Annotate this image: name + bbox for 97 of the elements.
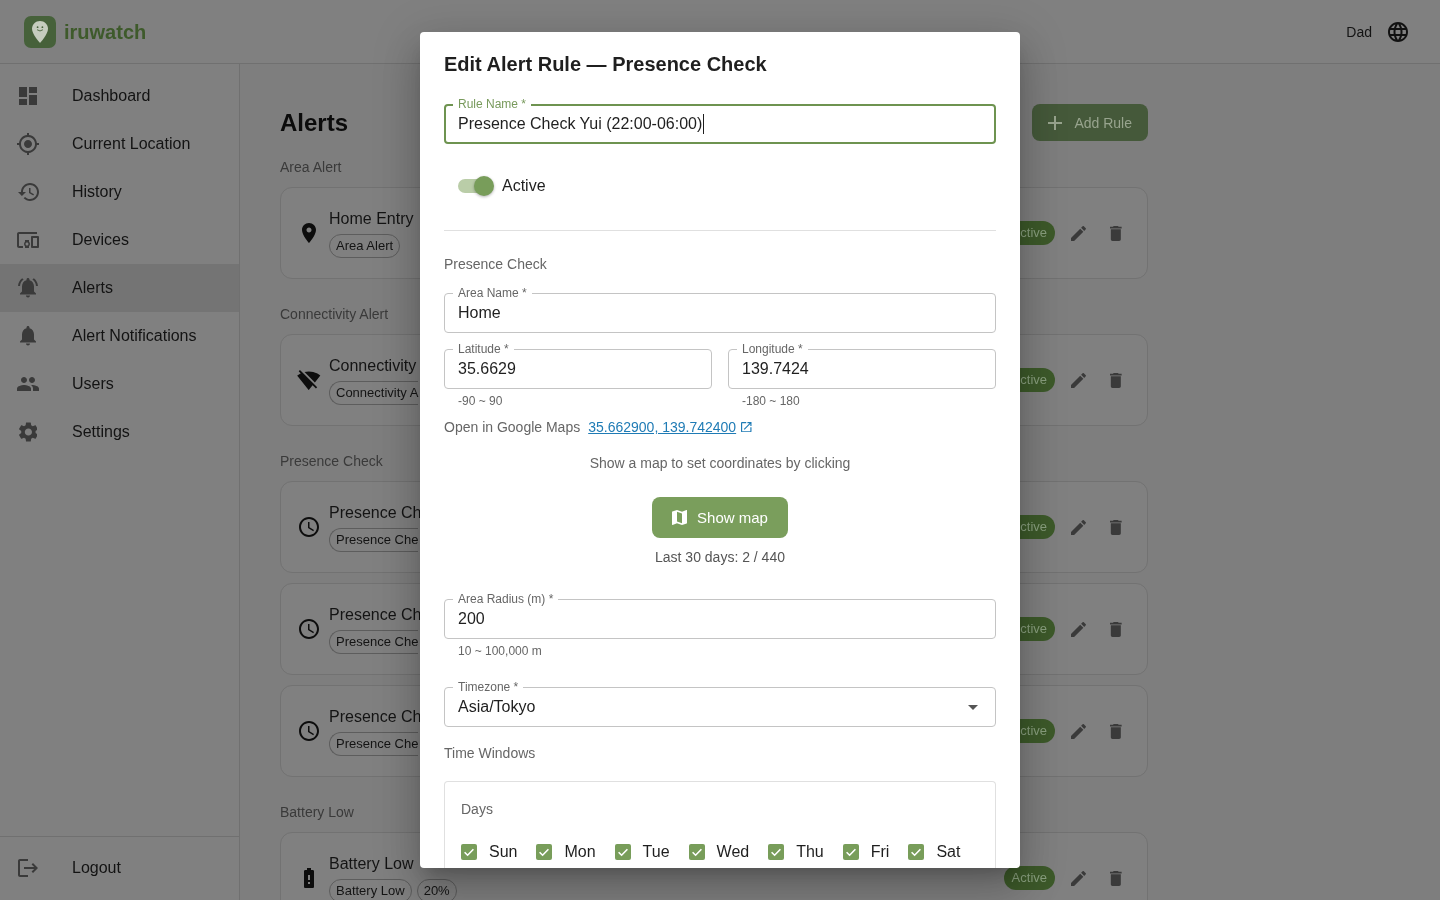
field-label: Area Name * [453, 286, 532, 300]
ringing-bell-icon [18, 278, 38, 298]
clock-icon [299, 721, 319, 741]
rule-title: Presence Ch [329, 707, 422, 727]
bell-icon [20, 326, 36, 346]
checkbox[interactable] [536, 844, 553, 860]
checkbox-label: Sun [489, 842, 518, 862]
status-badge: Active [1003, 866, 1055, 890]
field-label: Timezone * [453, 680, 524, 694]
pencil-icon [1070, 621, 1086, 637]
app-name: iruwatch [64, 19, 147, 44]
pencil-icon [1070, 870, 1086, 886]
trash-icon [1110, 372, 1122, 388]
clock-icon [299, 619, 319, 639]
battery-alert-icon [304, 868, 314, 888]
plus-icon [1048, 115, 1063, 130]
status-badge: ctive [1019, 515, 1055, 539]
checkbox[interactable] [768, 844, 785, 860]
user-name: Dad [1346, 22, 1372, 41]
helper-text: -180 ~ 180 [742, 393, 800, 409]
checkbox-label: Thu [796, 842, 824, 862]
rule-title: Presence Ch [329, 503, 422, 523]
clock-icon [299, 517, 319, 537]
pencil-icon [1070, 723, 1086, 739]
nav-item[interactable]: Dashboard [0, 72, 239, 120]
rule-title: Battery Low [329, 854, 414, 874]
checkbox-label: Wed [716, 842, 750, 862]
rule-title: Connectivity [329, 356, 417, 376]
wifi-off-icon [297, 369, 321, 391]
globe-icon [1388, 21, 1408, 42]
stats-text: Last 30 days: 2 / 440 [655, 548, 785, 567]
field-label: Longitude * [737, 342, 808, 356]
helper-text: -90 ~ 90 [458, 393, 503, 409]
status-badge: ctive [1019, 719, 1055, 743]
section-heading: Connectivity Alert [280, 305, 389, 324]
nav-item[interactable]: Current Location [0, 120, 239, 168]
checkbox[interactable] [908, 844, 925, 860]
checkbox-label: Mon [564, 842, 596, 862]
rule-title: Home Entry [329, 209, 414, 229]
dashboard-icon [19, 87, 37, 105]
settings-icon [18, 422, 38, 442]
nav-item[interactable]: Devices [0, 216, 239, 264]
map-hint: Show a map to set coordinates by clicking [589, 454, 851, 473]
days-label: Days [461, 800, 493, 819]
maps-label: Open in Google Maps [444, 418, 581, 436]
logout-icon [18, 859, 38, 877]
pin-icon [302, 223, 316, 243]
section-heading: Battery Low [280, 803, 354, 822]
status-badge: ctive [1019, 221, 1055, 245]
nav-item[interactable]: History [0, 168, 239, 216]
coordinates-link[interactable]: 35.662900, 139.742400 [588, 418, 752, 436]
checkbox-label: Tue [642, 842, 670, 862]
logout-item[interactable]: Logout [0, 844, 239, 892]
field-label: Latitude * [453, 342, 514, 356]
history-icon [17, 183, 39, 201]
nav-item[interactable]: Alert Notifications [0, 312, 239, 360]
nav-item[interactable]: Users [0, 360, 239, 408]
helper-text: 10 ~ 100,000 m [458, 643, 542, 659]
dropdown-caret-icon [968, 704, 978, 710]
checkbox-label: Fri [870, 842, 890, 862]
trash-icon [1110, 225, 1122, 241]
checkbox[interactable] [688, 844, 705, 860]
show-map-button[interactable]: Show map [652, 497, 788, 538]
page-title: Alerts [280, 107, 349, 138]
crosshair-icon [17, 133, 39, 155]
pencil-icon [1070, 225, 1086, 241]
pencil-icon [1070, 372, 1086, 388]
section-heading: Area Alert [280, 158, 342, 177]
nav-item[interactable]: Settings [0, 408, 239, 456]
pencil-icon [1070, 519, 1086, 535]
checkbox[interactable] [614, 844, 631, 860]
checkbox-label: Sat [936, 842, 961, 862]
people-icon [17, 377, 39, 391]
nav-item[interactable]: Alerts [0, 264, 239, 312]
app-logo-icon [24, 15, 56, 48]
checkbox[interactable] [842, 844, 859, 860]
external-link-icon [741, 421, 752, 433]
dialog-title: Edit Alert Rule — Presence Check [444, 52, 767, 77]
map-icon [672, 510, 688, 525]
trash-icon [1110, 723, 1122, 739]
field-label: Area Radius (m) * [453, 592, 559, 606]
rule-title: Presence Ch [329, 605, 422, 625]
section-heading: Time Windows [444, 744, 536, 763]
add-rule-button[interactable]: Add Rule [1032, 104, 1148, 141]
switch-label: Active [502, 176, 546, 196]
devices-icon [17, 232, 39, 248]
trash-icon [1110, 519, 1122, 535]
status-badge: ctive [1019, 617, 1055, 641]
toggle-switch[interactable] [456, 176, 494, 196]
section-heading: Presence Check [280, 452, 383, 471]
trash-icon [1110, 870, 1122, 886]
field-label: Rule Name * [453, 97, 532, 111]
section-heading: Presence Check [444, 255, 547, 274]
status-badge: ctive [1019, 368, 1055, 392]
trash-icon [1110, 621, 1122, 637]
checkbox[interactable] [461, 844, 477, 860]
language-button[interactable] [1388, 21, 1408, 42]
